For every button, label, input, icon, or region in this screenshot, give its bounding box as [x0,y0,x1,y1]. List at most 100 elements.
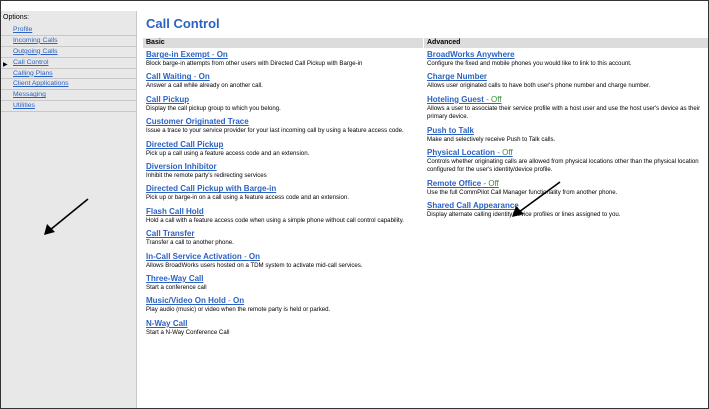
feature-name: In-Call Service Activation [146,251,242,261]
feature-description: Transfer a call to another phone. [146,239,234,247]
feature-link[interactable]: Physical Location - Off [427,148,708,158]
feature-name: Three-Way Call [146,274,204,284]
feature-link[interactable]: Remote Office - Off [427,179,708,189]
page-title: Call Control [146,16,220,31]
feature-description: Allows user originated calls to have bot… [427,82,651,90]
feature-link[interactable]: In-Call Service Activation - On [146,252,421,262]
feature-description: Display the call pickup group to which y… [146,104,281,112]
feature-link[interactable]: Charge Number [427,72,708,82]
feature-physical-location: Physical Location - Off Controls whether … [427,148,708,175]
arrow-down-left-icon [512,181,561,217]
feature-hoteling-guest: Hoteling Guest - Off Allows a user to ass… [427,95,708,122]
feature-description: Configure the fixed and mobile phones yo… [427,60,632,67]
sidebar-item-outgoing-calls[interactable]: Outgoing Calls [1,47,136,58]
feature-description: Start a N-Way Conference Call [146,328,230,336]
sidebar-heading: Options: [3,14,30,21]
feature-link[interactable]: Call Transfer [146,229,421,239]
feature-name: Remote Office [427,178,482,188]
feature-call-pickup: Call Pickup Display the call pickup group… [146,95,421,113]
feature-link[interactable]: Customer Originated Trace [146,117,421,127]
feature-description: Start a conference call [146,284,207,292]
status-separator: - [241,251,249,261]
browser-frame: Options: Profile Incoming Calls Outgoing… [0,0,709,409]
feature-link[interactable]: Flash Call Hold [146,207,421,217]
status-separator: - [225,296,233,306]
feature-description: Allows BroadWorks users hosted on a TDM … [146,261,363,269]
feature-description: Pick up a call using a feature access co… [146,149,310,157]
sidebar-item-client-applications[interactable]: Client Applications [1,79,136,91]
advanced-section-header: Advanced [424,38,708,48]
feature-link[interactable]: Three-Way Call [146,274,421,284]
feature-status: On [248,251,260,261]
feature-three-way-call: Three-Way Call Start a conference call [146,274,421,292]
feature-name: BroadWorks Anywhere [427,50,515,59]
sidebar-nav: Profile Incoming Calls Outgoing Calls ▶ C… [1,25,136,113]
feature-diversion-inhibitor: Diversion Inhibitor Inhibit the remote pa… [146,162,421,180]
feature-name: Flash Call Hold [146,206,204,216]
feature-link[interactable]: Call Waiting - On [146,72,421,82]
feature-in-call-service-activation: In-Call Service Activation - On Allows Br… [146,252,421,270]
sidebar-item-label: Call Control [13,58,49,66]
feature-status: Off [488,178,499,188]
feature-description: Controls whether originating calls are a… [427,158,699,174]
feature-description: Display alternate calling identity/devic… [427,211,621,219]
sidebar-item-profile[interactable]: Profile [1,25,136,36]
sidebar-item-messaging[interactable]: Messaging [1,90,136,102]
sidebar-item-label: Calling Plans [13,69,53,77]
advanced-feature-list: BroadWorks Anywhere Configure the fixed a… [427,50,708,224]
basic-section-header: Basic [143,38,423,48]
sidebar-item-calling-plans[interactable]: Calling Plans [1,69,136,80]
feature-link[interactable]: Hoteling Guest - Off [427,95,708,105]
arrow-down-left-icon [44,198,89,235]
sidebar-item-label: Incoming Calls [13,36,58,44]
feature-description: Issue a trace to your service provider f… [146,127,404,135]
feature-name: Call Transfer [146,229,195,239]
feature-link[interactable]: Barge-in Exempt - On [146,50,421,60]
feature-directed-call-pickup: Directed Call Pickup Pick up a call using… [146,140,421,158]
feature-link[interactable]: Diversion Inhibitor [146,162,421,172]
feature-name: Customer Originated Trace [146,117,249,127]
feature-flash-call-hold: Flash Call Hold Hold a call with a featur… [146,207,421,225]
feature-charge-number: Charge Number Allows user originated call… [427,72,708,90]
sidebar-item-label: Outgoing Calls [13,47,58,55]
feature-link[interactable]: Call Pickup [146,95,421,105]
main-content: Call Control Basic Advanced Barge-in Exe… [143,11,708,408]
feature-link[interactable]: Music/Video On Hold - On [146,296,421,306]
feature-description: Use the full CommPilot Call Manager func… [427,188,618,196]
sidebar-item-call-control[interactable]: ▶ Call Control [1,58,136,69]
feature-link[interactable]: BroadWorks Anywhere [427,50,708,60]
feature-name: Charge Number [427,72,488,82]
feature-name: Physical Location [427,148,496,158]
feature-description: Block barge-in attempts from other users… [146,60,363,67]
feature-description: Inhibit the remote party's redirecting s… [146,172,267,180]
feature-broadworks-anywhere: BroadWorks Anywhere Configure the fixed a… [427,50,708,68]
feature-link[interactable]: Shared Call Appearance [427,201,708,211]
feature-link[interactable]: Push to Talk [427,126,708,136]
sidebar-item-utilities[interactable]: Utilities [1,101,136,113]
feature-name: Shared Call Appearance [427,201,519,211]
sidebar-item-label: Utilities [13,102,35,110]
feature-description: Hold a call with a feature access code w… [146,216,404,224]
sidebar-item-label: Profile [13,26,33,33]
feature-call-transfer: Call Transfer Transfer a call to another … [146,229,421,247]
feature-n-way-call: N-Way Call Start a N-Way Conference Call [146,319,421,337]
status-separator: - [191,72,199,82]
feature-description: Answer a call while already on another c… [146,82,263,90]
feature-name: Directed Call Pickup with Barge-in [146,184,277,194]
feature-name: Hoteling Guest [427,94,484,104]
feature-barge-in-exempt: Barge-in Exempt - On Block barge-in attem… [146,50,421,68]
feature-status: On [216,50,228,59]
feature-link[interactable]: Directed Call Pickup [146,140,421,150]
basic-feature-list: Barge-in Exempt - On Block barge-in attem… [146,50,421,341]
feature-description: Make and selectively receive Push to Tal… [427,135,556,143]
feature-link[interactable]: Directed Call Pickup with Barge-in [146,184,421,194]
sidebar-item-incoming-calls[interactable]: Incoming Calls [1,36,136,47]
feature-remote-office: Remote Office - Off Use the full CommPilo… [427,179,708,197]
feature-name: Music/Video On Hold [146,296,226,306]
feature-description: Pick up or barge-in on a call using a fe… [146,194,349,202]
feature-status: On [198,72,210,82]
feature-description: Play audio (music) or video when the rem… [146,306,331,314]
feature-name: N-Way Call [146,318,188,328]
feature-link[interactable]: N-Way Call [146,319,421,329]
feature-description: Allows a user to associate their service… [427,104,701,121]
